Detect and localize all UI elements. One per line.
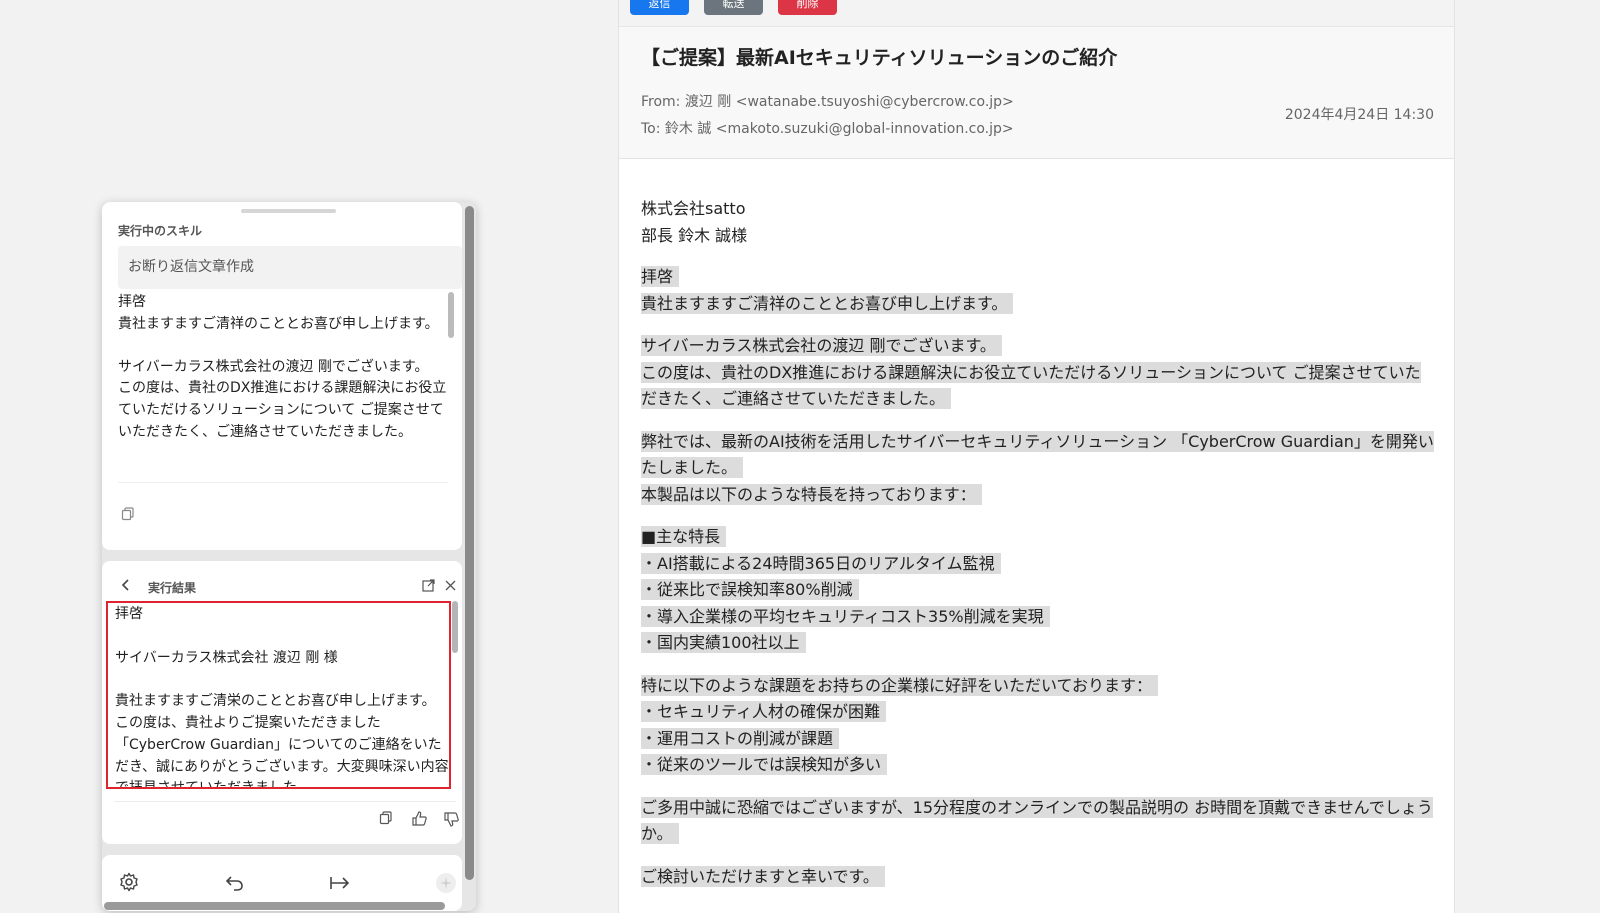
email-paragraph: ■主な特長 ・AI搭載による24時間365日のリアルタイム監視 ・従来比で誤検知… bbox=[641, 524, 1436, 657]
thumbs-up-icon[interactable] bbox=[410, 809, 428, 827]
reply-button[interactable]: 返信 bbox=[630, 0, 689, 15]
panel-scrollbar[interactable] bbox=[465, 206, 474, 880]
result-scrollbar[interactable] bbox=[452, 601, 458, 653]
email-body: 株式会社satto 部長 鈴木 誠様 拝啓 貴社ますますご清祥のこととお喜び申し… bbox=[641, 196, 1436, 906]
recipient-company: 株式会社satto bbox=[641, 199, 746, 218]
panel-horizontal-scrollbar[interactable] bbox=[104, 902, 445, 910]
email-subject: 【ご提案】最新AIセキュリティソリューションのご紹介 bbox=[641, 47, 1118, 69]
sparkle-icon[interactable] bbox=[436, 873, 456, 893]
email-to: To: 鈴木 誠 <makoto.suzuki@global-innovatio… bbox=[641, 121, 1014, 137]
email-paragraph: 弊社では、最新のAI技術を活用したサイバーセキュリティソリューション 「Cybe… bbox=[641, 430, 1434, 505]
preview-scrollbar[interactable] bbox=[448, 292, 454, 338]
drag-handle[interactable] bbox=[241, 209, 336, 213]
thumbs-down-icon[interactable] bbox=[442, 810, 460, 828]
email-recipient: 株式会社satto 部長 鈴木 誠様 bbox=[641, 196, 1436, 249]
running-skill-label: 実行中のスキル bbox=[118, 224, 203, 238]
email-paragraph: ご多用中誠に恐縮ではございますが、15分程度のオンラインでの製品説明の お時間を… bbox=[641, 796, 1433, 844]
chevron-left-icon[interactable] bbox=[118, 577, 134, 593]
skill-panel: 実行中のスキル お断り返信文章作成 拝啓 貴社ますますご清祥のこととお喜び申し上… bbox=[102, 202, 476, 911]
skill-name: お断り返信文章作成 bbox=[118, 246, 462, 289]
email-header: 【ご提案】最新AIセキュリティソリューションのご紹介 From: 渡辺 剛 <w… bbox=[619, 27, 1454, 159]
result-card: 実行結果 拝啓 サイバーカラス株式会社 渡辺 剛 様 貴社ますますご清栄のことと… bbox=[102, 561, 462, 844]
recipient-name: 部長 鈴木 誠様 bbox=[641, 225, 748, 245]
forward-button[interactable]: 転送 bbox=[704, 0, 763, 15]
running-skill-card: 実行中のスキル お断り返信文章作成 拝啓 貴社ますますご清祥のこととお喜び申し上… bbox=[102, 202, 462, 550]
result-divider bbox=[114, 801, 456, 802]
arrow-right-bar-icon[interactable] bbox=[328, 872, 352, 894]
email-from: From: 渡辺 剛 <watanabe.tsuyoshi@cybercrow.… bbox=[641, 94, 1014, 110]
copy-icon[interactable] bbox=[378, 810, 394, 826]
skill-preview-text: 拝啓 貴社ますますご清祥のこととお喜び申し上げます。 サイバーカラス株式会社の渡… bbox=[118, 292, 448, 483]
email-viewer: 返信 転送 削除 【ご提案】最新AIセキュリティソリューションのご紹介 From… bbox=[618, 0, 1455, 913]
undo-icon[interactable] bbox=[224, 872, 246, 894]
email-toolbar: 返信 転送 削除 bbox=[619, 0, 1454, 27]
email-paragraph: 拝啓 貴社ますますご清祥のこととお喜び申し上げます。 bbox=[641, 264, 1436, 317]
result-label: 実行結果 bbox=[148, 581, 197, 595]
delete-button[interactable]: 削除 bbox=[778, 0, 837, 15]
result-text[interactable]: 拝啓 サイバーカラス株式会社 渡辺 剛 様 貴社ますますご清栄のこととお喜び申し… bbox=[106, 601, 451, 789]
close-icon[interactable] bbox=[442, 577, 458, 593]
gear-icon[interactable] bbox=[118, 871, 140, 893]
email-date: 2024年4月24日 14:30 bbox=[1284, 107, 1434, 123]
email-paragraph: 特に以下のような課題をお持ちの企業様に好評をいただいております： ・セキュリティ… bbox=[641, 673, 1436, 779]
external-link-icon[interactable] bbox=[420, 577, 436, 593]
email-paragraph: サイバーカラス株式会社の渡辺 剛でございます。 この度は、貴社のDX推進における… bbox=[641, 335, 1421, 409]
copy-icon[interactable] bbox=[120, 506, 136, 522]
email-paragraph: ご検討いただけますと幸いです。 bbox=[641, 864, 1436, 891]
